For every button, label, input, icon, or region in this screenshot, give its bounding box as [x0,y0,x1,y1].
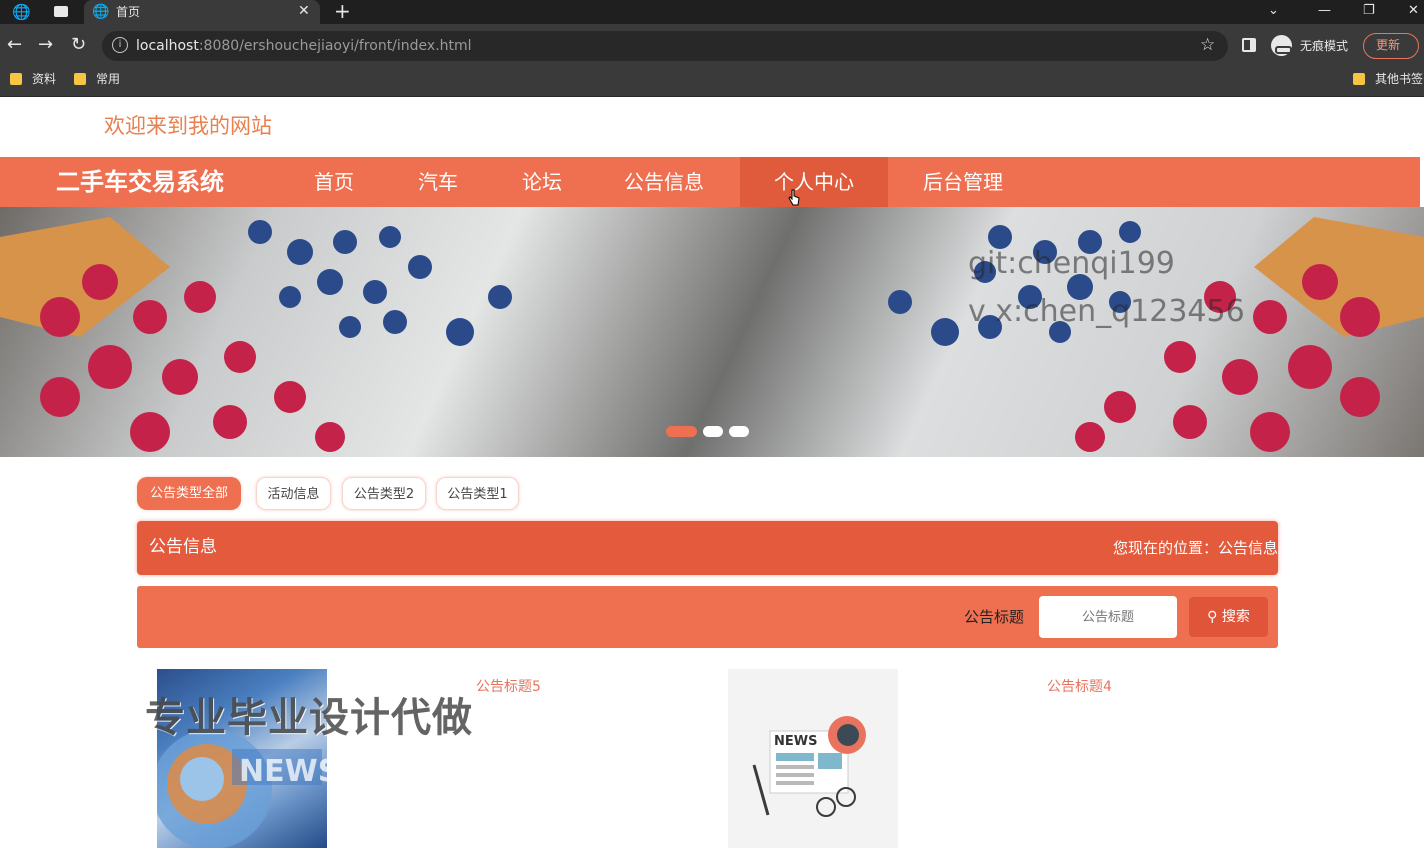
carousel-dot[interactable] [729,426,749,437]
news-thumb-label: NEWS [239,754,327,789]
search-input[interactable] [1039,596,1177,638]
bookmark-folder-ziliao[interactable]: 资料 [10,71,56,89]
back-arrow-icon[interactable]: ← [7,33,22,57]
search-label: 公告标题 [964,608,1025,626]
incognito-label[interactable]: 无痕模式 [1300,38,1348,54]
overlay-watermark: 专业毕业设计代做 [145,695,473,741]
restore-icon[interactable]: ❐ [1363,2,1375,20]
breadcrumb-bar [137,521,1278,575]
breadcrumb: 您现在的位置：公告信息 [1112,539,1278,557]
site-brand[interactable]: 二手车交易系统 [56,167,224,197]
update-button[interactable]: 更新 [1363,33,1419,59]
side-panel-icon[interactable] [1242,38,1256,52]
nav-item-admin[interactable]: 后台管理 [923,157,1003,207]
carousel-dot-active[interactable] [666,426,697,437]
banner-watermark-line: git:chenqi199 [968,246,1175,281]
news-thumbnail[interactable]: NEWS [728,669,898,848]
search-button[interactable]: ⚲ 搜索 [1189,597,1268,637]
tab-title: 首页 [116,5,141,19]
close-window-icon[interactable]: ✕ [1408,2,1419,20]
folder-icon [1353,73,1365,85]
nav-item-notices[interactable]: 公告信息 [624,157,704,207]
carousel-dot[interactable] [703,426,723,437]
new-tab-icon[interactable]: + [334,0,351,22]
bookmark-folder-other[interactable]: 其他书签 [1353,71,1423,89]
tab-search-icon[interactable] [54,6,68,17]
folder-icon [74,73,86,85]
news-title[interactable]: 公告标题5 [476,677,541,697]
welcome-text: 欢迎来到我的网站 [104,114,272,138]
tab-favicon-icon: 🌐 [92,4,110,20]
site-info-icon[interactable]: i [112,37,128,53]
nav-item-profile[interactable]: 个人中心 [740,157,888,207]
section-title: 公告信息 [149,537,217,557]
banner-watermark-line: v x:chen_q123456 [968,294,1245,329]
reload-icon[interactable]: ↻ [71,33,86,57]
minimize-icon[interactable]: — [1318,2,1331,20]
hand-cursor-icon [788,189,800,206]
type-tab-type1[interactable]: 公告类型1 [436,477,519,510]
forward-arrow-icon[interactable]: → [38,33,53,57]
banner-fruit-image [0,217,1424,452]
chevron-down-icon[interactable]: ⌄ [1268,2,1279,20]
news-thumb-label: NEWS [774,734,818,749]
bookmarks-bar [0,66,1424,97]
nav-item-home[interactable]: 首页 [314,157,354,207]
bookmark-star-icon[interactable]: ☆ [1200,34,1215,56]
url-text[interactable]: localhost:8080/ershouchejiaoyi/front/ind… [136,37,472,55]
type-tab-activity[interactable]: 活动信息 [256,477,331,510]
news-title[interactable]: 公告标题4 [1047,677,1112,697]
hero-banner[interactable] [0,207,1424,457]
nav-item-forum[interactable]: 论坛 [522,157,562,207]
type-tab-type2[interactable]: 公告类型2 [342,477,426,510]
close-tab-icon[interactable]: ✕ [298,2,310,20]
search-icon: ⚲ [1207,609,1218,625]
folder-icon [10,73,22,85]
browser-globe-icon[interactable]: 🌐 [12,3,31,21]
bookmark-folder-changyong[interactable]: 常用 [74,71,120,89]
newspaper-illustration [752,716,866,817]
incognito-icon[interactable] [1271,35,1292,56]
nav-item-cars[interactable]: 汽车 [418,157,458,207]
type-tab-all[interactable]: 公告类型全部 [137,477,241,510]
